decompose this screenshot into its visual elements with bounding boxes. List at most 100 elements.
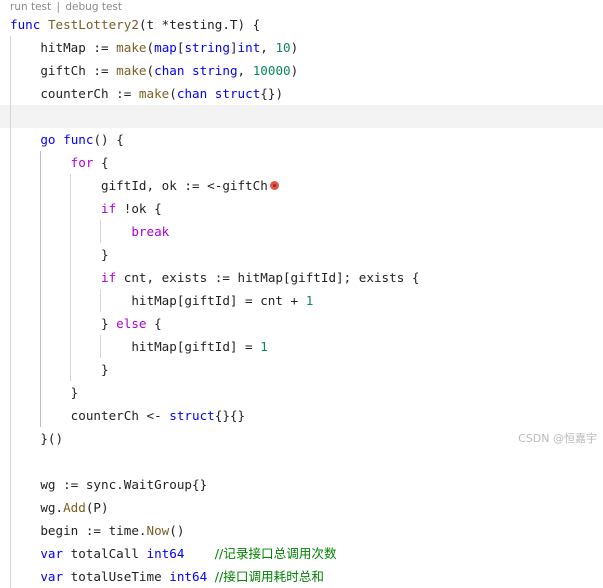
code-line-9[interactable]: if !ok {: [10, 197, 603, 220]
indent-guide: [40, 243, 41, 266]
indent-guide: [40, 312, 41, 335]
code-line-11[interactable]: }: [10, 243, 603, 266]
indent-guide: [40, 266, 41, 289]
breakpoint-dot-icon[interactable]: [269, 181, 279, 190]
indent-guide: [70, 358, 71, 381]
token-number: 1: [260, 339, 268, 354]
run-test-link[interactable]: run test: [10, 1, 51, 13]
token-plain: {}{}: [214, 408, 246, 423]
codelens-bar: run test | debug test: [10, 0, 122, 14]
code-line-12[interactable]: if cnt, exists := hitMap[giftId]; exists…: [10, 266, 603, 289]
token-comment: //记录接口总调用次数: [214, 546, 337, 561]
code-line-25[interactable]: var totalUseTime int64 //接口调用耗时总和: [10, 565, 603, 588]
token-control-keyword: if: [101, 201, 117, 216]
token-plain: totalCall: [63, 546, 147, 561]
token-plain: wg := sync.WaitGroup{}: [40, 477, 208, 492]
token-plain: hitMap[giftId] = cnt +: [131, 293, 306, 308]
indent-guide: [10, 220, 11, 243]
codelens-separator: |: [56, 1, 61, 13]
token-plain: {: [146, 316, 162, 331]
token-keyword: go: [40, 132, 56, 147]
token-plain: }(): [40, 431, 64, 446]
indent-guide: [10, 427, 11, 450]
token-plain: }: [101, 316, 117, 331]
code-line-4[interactable]: counterCh := make(chan struct{}): [10, 82, 603, 105]
token-comment: //接口调用耗时总和: [214, 569, 325, 584]
indent-guide: [10, 542, 11, 565]
code-line-2[interactable]: hitMap := make(map[string]int, 10): [10, 36, 603, 59]
indent-guide: [10, 105, 11, 128]
indent-guide: [10, 59, 11, 82]
token-keyword: var: [40, 569, 64, 584]
token-plain: counterCh :=: [40, 86, 139, 101]
code-line-13[interactable]: hitMap[giftId] = cnt + 1: [10, 289, 603, 312]
token-keyword: struct: [169, 408, 215, 423]
token-plain: ,: [260, 40, 276, 55]
token-plain: (P): [85, 500, 109, 515]
token-plain: ): [290, 40, 299, 55]
token-plain: (: [146, 40, 155, 55]
token-keyword: func: [63, 132, 94, 147]
indent-guide: [10, 243, 11, 266]
code-editor[interactable]: run test | debug test func TestLottery2(…: [0, 0, 603, 588]
token-plain: ]: [229, 40, 238, 55]
code-line-17[interactable]: }: [10, 381, 603, 404]
token-keyword: chan: [176, 86, 208, 101]
indent-guide: [10, 82, 11, 105]
indent-guide: [70, 289, 71, 312]
token-keyword: chan: [154, 63, 185, 78]
token-plain: giftCh :=: [40, 63, 117, 78]
code-line-22[interactable]: wg.Add(P): [10, 496, 603, 519]
code-line-10[interactable]: break: [10, 220, 603, 243]
token-control-keyword: if: [101, 270, 117, 285]
code-line-5-current[interactable]: [0, 105, 603, 128]
indent-guide: [40, 335, 41, 358]
token-plain: (t *testing.T) {: [138, 17, 261, 32]
code-line-20[interactable]: [10, 450, 603, 473]
code-line-6[interactable]: go func() {: [10, 128, 603, 151]
token-plain: (: [169, 86, 177, 101]
token-plain: cnt, exists := hitMap[giftId]; exists {: [116, 270, 420, 285]
token-plain: }: [101, 362, 109, 377]
indent-guide: [10, 565, 11, 588]
token-type: string: [184, 40, 230, 55]
indent-guide: [10, 473, 11, 496]
code-line-16[interactable]: }: [10, 358, 603, 381]
token-keyword: func: [10, 17, 41, 32]
code-line-8[interactable]: giftId, ok := <-giftCh: [10, 174, 603, 197]
code-line-14[interactable]: } else {: [10, 312, 603, 335]
code-line-7[interactable]: for {: [10, 151, 603, 174]
indent-guide: [40, 174, 41, 197]
indent-guide: [70, 174, 71, 197]
token-number: 10000: [252, 63, 291, 78]
code-lines[interactable]: func TestLottery2(t *testing.T) { hitMap…: [0, 13, 603, 588]
indent-guide: [10, 519, 11, 542]
token-number: 1: [305, 293, 314, 308]
indent-guide: [10, 197, 11, 220]
code-line-1[interactable]: func TestLottery2(t *testing.T) {: [10, 13, 603, 36]
code-line-21[interactable]: wg := sync.WaitGroup{}: [10, 473, 603, 496]
token-plain: () {: [93, 132, 124, 147]
token-keyword: map: [154, 40, 177, 55]
code-line-3[interactable]: giftCh := make(chan string, 10000): [10, 59, 603, 82]
indent-guide: [70, 220, 71, 243]
code-line-18[interactable]: counterCh <- struct{}{}: [10, 404, 603, 427]
indent-guide: [40, 358, 41, 381]
code-line-23[interactable]: begin := time.Now(): [10, 519, 603, 542]
code-line-24[interactable]: var totalCall int64 //记录接口总调用次数: [10, 542, 603, 565]
token-keyword: var: [40, 546, 64, 561]
code-line-15[interactable]: hitMap[giftId] = 1: [10, 335, 603, 358]
indent-guide: [10, 381, 11, 404]
token-control-keyword: break: [131, 224, 170, 239]
debug-test-link[interactable]: debug test: [65, 1, 122, 13]
code-line-19[interactable]: }(): [10, 427, 603, 450]
indent-guide: [10, 496, 11, 519]
token-plain: {: [93, 155, 109, 170]
indent-guide: [10, 335, 11, 358]
token-plain: (: [146, 63, 155, 78]
token-plain: hitMap[giftId] =: [131, 339, 261, 354]
token-type: int: [237, 40, 261, 55]
